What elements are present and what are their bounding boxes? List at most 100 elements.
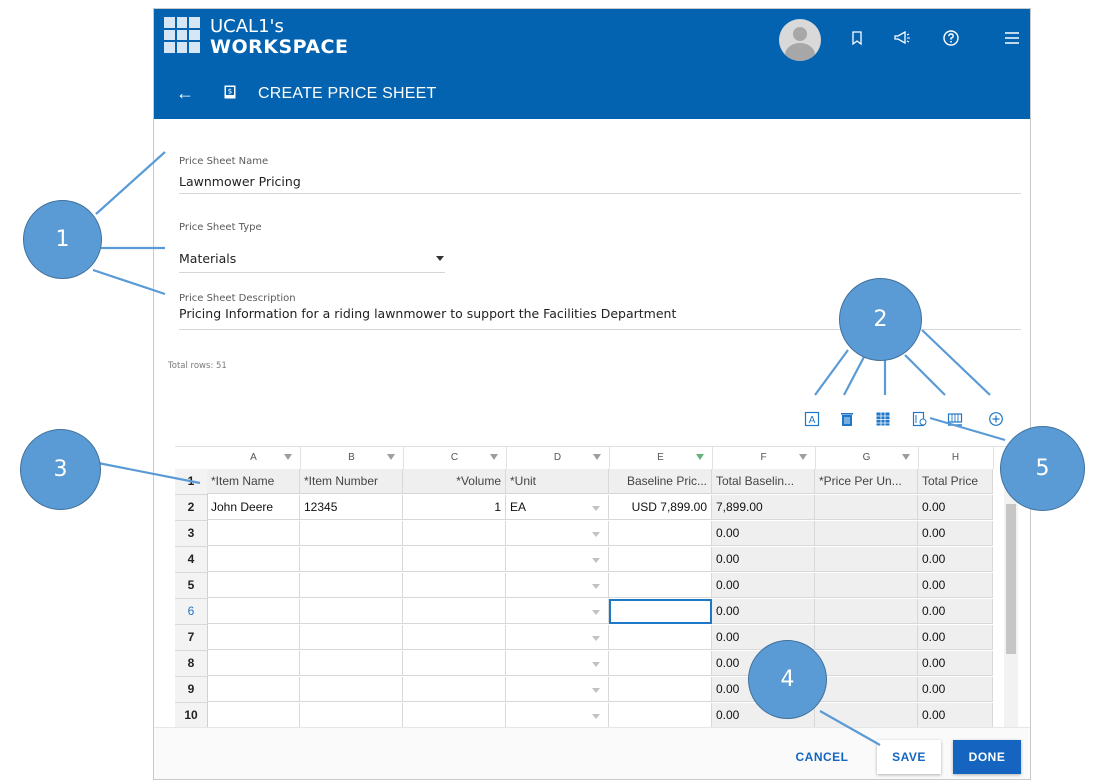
column-header[interactable]: *Volume <box>403 469 506 494</box>
table-cell[interactable] <box>609 625 712 650</box>
table-cell[interactable] <box>815 625 918 650</box>
chevron-down-icon[interactable] <box>592 610 600 615</box>
table-cell[interactable]: 0.00 <box>918 651 993 676</box>
table-cell[interactable] <box>207 599 300 624</box>
table-cell[interactable] <box>609 547 712 572</box>
table-cell[interactable] <box>207 625 300 650</box>
table-cell[interactable]: John Deere <box>207 495 300 520</box>
megaphone-icon[interactable] <box>893 29 911 47</box>
table-cell[interactable]: 1 <box>403 495 506 520</box>
column-header[interactable]: Total Price <box>918 469 993 494</box>
table-cell[interactable] <box>403 651 506 676</box>
column-letter-f[interactable]: F <box>712 447 816 469</box>
table-cell[interactable] <box>815 651 918 676</box>
table-cell[interactable] <box>300 573 403 598</box>
table-cell[interactable] <box>207 651 300 676</box>
table-cell[interactable] <box>609 677 712 702</box>
column-header[interactable]: Baseline Pric... <box>609 469 712 494</box>
row-number[interactable]: 7 <box>175 625 208 651</box>
row-number[interactable]: 1 <box>175 469 208 495</box>
column-header[interactable]: *Price Per Un... <box>815 469 918 494</box>
chevron-down-icon[interactable] <box>592 688 600 693</box>
table-cell[interactable]: 0.00 <box>712 573 815 598</box>
table-cell[interactable] <box>300 547 403 572</box>
table-cell[interactable] <box>207 703 300 727</box>
column-letter-h[interactable]: H <box>918 447 994 469</box>
table-cell[interactable] <box>506 573 609 598</box>
table-cell[interactable] <box>403 625 506 650</box>
table-cell[interactable] <box>300 651 403 676</box>
price-sheet-description-field[interactable]: Pricing Information for a riding lawnmow… <box>179 306 676 321</box>
row-number[interactable]: 8 <box>175 651 208 677</box>
table-cell[interactable]: EA <box>506 495 609 520</box>
chevron-down-icon[interactable] <box>592 506 600 511</box>
row-number[interactable]: 4 <box>175 547 208 573</box>
columns-icon[interactable] <box>875 411 891 427</box>
table-cell[interactable] <box>506 703 609 727</box>
table-cell[interactable] <box>506 521 609 546</box>
table-cell[interactable] <box>207 521 300 546</box>
table-cell[interactable] <box>815 495 918 520</box>
back-arrow-icon[interactable]: ← <box>176 83 194 104</box>
table-cell[interactable] <box>506 625 609 650</box>
chevron-down-icon[interactable] <box>592 558 600 563</box>
help-icon[interactable] <box>942 29 960 47</box>
filter-icon[interactable] <box>387 454 395 460</box>
table-cell[interactable]: 0.00 <box>918 547 993 572</box>
price-sheet-name-field[interactable]: Lawnmower Pricing <box>179 174 301 189</box>
table-cell[interactable] <box>815 677 918 702</box>
table-cell[interactable]: 0.00 <box>712 547 815 572</box>
row-number[interactable]: 6 <box>175 599 208 625</box>
table-cell[interactable] <box>300 599 403 624</box>
delete-icon[interactable] <box>839 411 855 427</box>
menu-icon[interactable] <box>1003 29 1021 47</box>
row-number[interactable]: 2 <box>175 495 208 521</box>
table-cell[interactable] <box>609 521 712 546</box>
cancel-button[interactable]: CANCEL <box>782 740 862 774</box>
done-button[interactable]: DONE <box>953 740 1021 774</box>
table-cell[interactable] <box>506 599 609 624</box>
table-cell[interactable] <box>207 573 300 598</box>
filter-icon[interactable] <box>284 454 292 460</box>
scrollbar-thumb[interactable] <box>1006 504 1016 654</box>
save-button[interactable]: SAVE <box>877 740 941 774</box>
table-cell[interactable] <box>403 677 506 702</box>
table-cell[interactable]: 7,899.00 <box>712 495 815 520</box>
filter-icon[interactable] <box>593 454 601 460</box>
column-letter-a[interactable]: A <box>207 447 301 469</box>
table-cell[interactable]: 12345 <box>300 495 403 520</box>
table-cell[interactable] <box>403 521 506 546</box>
column-header[interactable]: *Item Name <box>207 469 300 494</box>
table-settings-icon[interactable] <box>947 411 963 427</box>
row-number[interactable]: 3 <box>175 521 208 547</box>
table-cell[interactable] <box>506 547 609 572</box>
table-cell[interactable] <box>609 573 712 598</box>
column-header[interactable]: *Unit <box>506 469 609 494</box>
table-cell[interactable] <box>506 651 609 676</box>
table-cell[interactable] <box>207 547 300 572</box>
column-letter-e[interactable]: E <box>609 447 713 471</box>
table-cell[interactable] <box>609 651 712 676</box>
chevron-down-icon[interactable] <box>592 714 600 719</box>
table-cell[interactable]: 0.00 <box>918 703 993 727</box>
bookmark-icon[interactable] <box>848 29 866 47</box>
table-cell[interactable] <box>815 547 918 572</box>
table-cell[interactable]: 0.00 <box>918 521 993 546</box>
table-cell[interactable] <box>609 599 712 624</box>
table-cell[interactable] <box>300 625 403 650</box>
table-cell[interactable]: 0.00 <box>918 677 993 702</box>
chevron-down-icon[interactable] <box>592 636 600 641</box>
chevron-down-icon[interactable] <box>436 256 444 261</box>
table-cell[interactable] <box>815 703 918 727</box>
price-sheet-type-select[interactable]: Materials <box>179 251 236 266</box>
filter-icon[interactable] <box>902 454 910 460</box>
row-number[interactable]: 5 <box>175 573 208 599</box>
table-cell[interactable] <box>300 677 403 702</box>
table-cell[interactable]: 0.00 <box>918 625 993 650</box>
column-header[interactable]: *Item Number <box>300 469 403 494</box>
table-cell[interactable]: 0.00 <box>918 599 993 624</box>
column-letter-g[interactable]: G <box>815 447 919 469</box>
avatar[interactable] <box>779 19 821 61</box>
table-cell[interactable] <box>207 677 300 702</box>
column-letter-b[interactable]: B <box>300 447 404 469</box>
